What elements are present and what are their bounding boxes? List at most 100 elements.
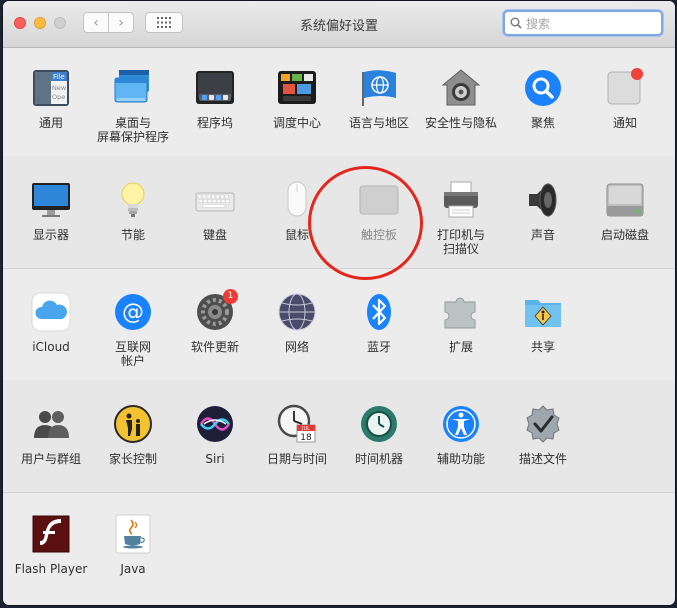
pane-label: 启动磁盘: [600, 228, 649, 242]
pane-label: 扩展: [448, 340, 473, 354]
pane-label: 互联网 帐户: [114, 340, 151, 368]
pane-label: 语言与地区: [348, 116, 409, 130]
pane-energy-saver[interactable]: 节能: [92, 180, 174, 242]
section-internet-wireless: iCloud @ 互联网 帐户 1 软件更新 网络 蓝牙 扩展 共享: [3, 268, 675, 381]
pane-label: 通知: [612, 116, 637, 130]
time-machine-icon: [359, 404, 399, 444]
puzzle-piece-icon: [441, 292, 481, 332]
java-coffee-icon: [113, 514, 153, 554]
spotlight-icon: [523, 68, 563, 108]
pane-label: 显示器: [32, 228, 69, 242]
users-icon: [31, 404, 71, 444]
pane-date-time[interactable]: JUL 18 日期与时间: [256, 404, 338, 466]
pane-siri[interactable]: Siri: [174, 404, 256, 466]
system-preferences-window: ‹ › 系统偏好设置 搜索 File New Ope 通用 桌面与 屏幕保护程序…: [3, 1, 675, 605]
pane-language-region[interactable]: 语言与地区: [338, 68, 420, 130]
section-personal: File New Ope 通用 桌面与 屏幕保护程序 程序坞 调度中心 语言与地…: [3, 48, 675, 157]
general-icon-text-open: Ope: [52, 93, 65, 101]
display-icon: [31, 180, 71, 220]
pane-label: Flash Player: [14, 562, 88, 576]
pane-label: 软件更新: [190, 340, 239, 354]
pane-label: 网络: [284, 340, 309, 354]
house-lock-icon: [441, 68, 481, 108]
pane-trackpad[interactable]: 触控板: [338, 180, 420, 242]
pane-flash-player[interactable]: Flash Player: [10, 514, 92, 576]
accessibility-icon: [441, 404, 481, 444]
pane-sound[interactable]: 声音: [502, 180, 584, 242]
general-icon: File New Ope: [31, 68, 71, 108]
pane-label: 桌面与 屏幕保护程序: [96, 116, 169, 144]
mouse-icon: [277, 180, 317, 220]
flash-player-icon: [31, 514, 71, 554]
general-icon-text-new: New: [52, 84, 67, 92]
icloud-icon: [31, 292, 71, 332]
pane-security-privacy[interactable]: 安全性与隐私: [420, 68, 502, 130]
pane-time-machine[interactable]: 时间机器: [338, 404, 420, 466]
software-update-gear-icon: 1: [195, 289, 238, 332]
pane-software-update[interactable]: 1 软件更新: [174, 289, 256, 354]
pane-spotlight[interactable]: 聚焦: [502, 68, 584, 130]
pane-displays[interactable]: 显示器: [10, 180, 92, 242]
pane-printers-scanners[interactable]: 打印机与 扫描仪: [420, 180, 502, 256]
section-other: Flash Player Java: [3, 492, 675, 604]
pane-label: 日期与时间: [266, 452, 327, 466]
pane-mission-control[interactable]: 调度中心: [256, 68, 338, 130]
pane-general[interactable]: File New Ope 通用: [10, 68, 92, 130]
pane-label: 描述文件: [518, 452, 567, 466]
pane-accessibility[interactable]: 辅助功能: [420, 404, 502, 466]
pane-label: 聚焦: [530, 116, 555, 130]
title-bar: ‹ › 系统偏好设置: [3, 1, 675, 48]
pane-label: 通用: [38, 116, 63, 130]
mission-control-icon: [277, 68, 317, 108]
pane-label: 触控板: [360, 228, 397, 242]
pane-label: 调度中心: [272, 116, 321, 130]
update-count-badge: 1: [223, 289, 238, 304]
pane-network[interactable]: 网络: [256, 292, 338, 354]
section-system: 用户与群组 家长控制 Siri JUL 18 日期与时间 时间机器 辅助功能 描…: [3, 380, 675, 493]
keyboard-icon: [195, 180, 235, 220]
pane-icloud[interactable]: iCloud: [10, 292, 92, 354]
pane-label: 家长控制: [108, 452, 157, 466]
pane-bluetooth[interactable]: 蓝牙: [338, 292, 420, 354]
at-sign-icon: @: [113, 292, 153, 332]
desktop-screensaver-icon: [113, 68, 153, 108]
pane-java[interactable]: Java: [92, 514, 174, 576]
general-icon-text-file: File: [53, 73, 65, 81]
search-input[interactable]: [524, 14, 658, 34]
pane-label: 打印机与 扫描仪: [436, 228, 485, 256]
pane-profiles[interactable]: 描述文件: [502, 404, 584, 466]
pane-extensions[interactable]: 扩展: [420, 292, 502, 354]
pane-label: 程序坞: [196, 116, 233, 130]
search-box[interactable]: [503, 10, 663, 36]
pane-keyboard[interactable]: 键盘: [174, 180, 256, 242]
pane-notifications[interactable]: 通知: [584, 68, 666, 130]
pane-users-groups[interactable]: 用户与群组: [10, 404, 92, 466]
pane-label: Java: [120, 562, 146, 576]
pane-label: 键盘: [202, 228, 227, 242]
notifications-icon: [605, 68, 645, 108]
search-icon: [510, 17, 522, 29]
pane-startup-disk[interactable]: 启动磁盘: [584, 180, 666, 242]
profiles-checkmark-icon: [523, 404, 563, 444]
pane-desktop-screensaver[interactable]: 桌面与 屏幕保护程序: [92, 68, 174, 144]
pane-parental-controls[interactable]: 家长控制: [92, 404, 174, 466]
pane-mouse[interactable]: 鼠标: [256, 180, 338, 242]
bluetooth-icon: [359, 292, 399, 332]
pane-label: 声音: [530, 228, 555, 242]
pane-internet-accounts[interactable]: @ 互联网 帐户: [92, 292, 174, 368]
pane-label: 鼠标: [284, 228, 309, 242]
dock-icon: [195, 68, 235, 108]
network-globe-icon: [277, 292, 317, 332]
pane-sharing[interactable]: 共享: [502, 292, 584, 354]
calendar-day-text: 18: [300, 433, 312, 443]
lightbulb-icon: [113, 180, 153, 220]
pane-label: 蓝牙: [366, 340, 391, 354]
pane-label: iCloud: [32, 340, 70, 354]
pane-label: 用户与群组: [20, 452, 81, 466]
pane-label: Siri: [205, 452, 225, 466]
preference-panes: File New Ope 通用 桌面与 屏幕保护程序 程序坞 调度中心 语言与地…: [3, 48, 675, 605]
svg-text:@: @: [122, 300, 144, 325]
pane-dock[interactable]: 程序坞: [174, 68, 256, 130]
siri-icon: [195, 404, 235, 444]
pane-label: 时间机器: [354, 452, 403, 466]
